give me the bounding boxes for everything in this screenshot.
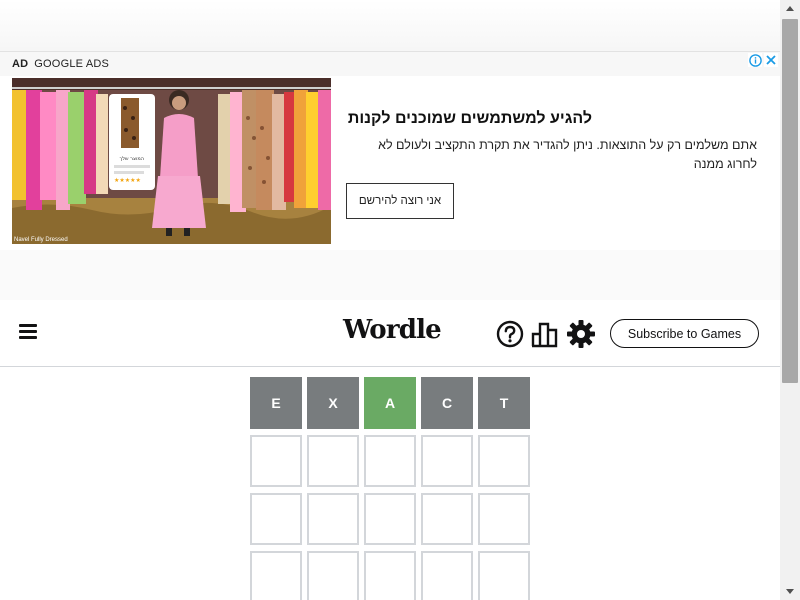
game-header: Wordle Subscribe to Games — [0, 300, 780, 367]
svg-text:★★★★★: ★★★★★ — [114, 177, 141, 184]
ad-body-text: אתם משלמים רק על התוצאות. ניתן להגדיר את… — [378, 138, 757, 171]
game-title: Wordle — [343, 315, 442, 345]
board-tile — [307, 435, 359, 487]
hamburger-icon[interactable] — [18, 322, 40, 344]
page: AD GOOGLE ADS המוצר שלך ★★★★★ Navel Full… — [0, 0, 780, 600]
svg-text:המוצר שלך: המוצר שלך — [120, 156, 144, 162]
scrollbar[interactable] — [780, 0, 800, 600]
gear-icon[interactable] — [566, 319, 596, 349]
board-tile — [478, 493, 530, 545]
board-row — [250, 493, 530, 545]
board-tile — [364, 435, 416, 487]
board-tile: C — [421, 377, 473, 429]
board-tile — [250, 493, 302, 545]
ad-card[interactable]: המוצר שלך ★★★★★ Navel Fully Dressed להגי… — [0, 76, 780, 250]
board-tile — [364, 551, 416, 600]
board-tile: X — [307, 377, 359, 429]
stats-icon[interactable] — [530, 319, 560, 349]
scroll-down-arrow-icon[interactable] — [780, 583, 800, 600]
board-tile — [307, 493, 359, 545]
subscribe-button[interactable]: Subscribe to Games — [610, 319, 759, 348]
board-tile: A — [364, 377, 416, 429]
scroll-thumb[interactable] — [782, 19, 798, 383]
help-icon[interactable] — [495, 319, 525, 349]
board-row — [250, 551, 530, 600]
board-tile: E — [250, 377, 302, 429]
ad-top-spacer — [0, 0, 780, 51]
scroll-up-arrow-icon[interactable] — [780, 0, 800, 17]
ad-bottom-spacer — [0, 250, 780, 301]
ad-choices[interactable] — [748, 53, 778, 67]
board-tile — [478, 435, 530, 487]
board-row: EXACT — [250, 377, 530, 429]
ad-image[interactable]: המוצר שלך ★★★★★ Navel Fully Dressed — [12, 78, 331, 244]
board-tile — [250, 551, 302, 600]
ad-headline[interactable]: להגיע למשתמשים שמוכנים לקנות — [342, 110, 592, 128]
board-tile — [307, 551, 359, 600]
ad-cta-button[interactable]: אני רוצה להירשם — [346, 183, 454, 219]
board-tile — [478, 551, 530, 600]
board-tile: T — [478, 377, 530, 429]
board-tile — [364, 493, 416, 545]
close-icon[interactable] — [764, 53, 778, 67]
board-tile — [421, 435, 473, 487]
ad-image-caption: Navel Fully Dressed — [14, 237, 68, 243]
ad-banner[interactable]: AD GOOGLE ADS המוצר שלך ★★★★★ Navel Full… — [0, 51, 780, 301]
board-tile — [421, 551, 473, 600]
ad-label: AD GOOGLE ADS — [12, 58, 110, 70]
board-row — [250, 435, 530, 487]
board-tile — [421, 493, 473, 545]
board-tile — [250, 435, 302, 487]
info-icon[interactable] — [748, 53, 762, 67]
